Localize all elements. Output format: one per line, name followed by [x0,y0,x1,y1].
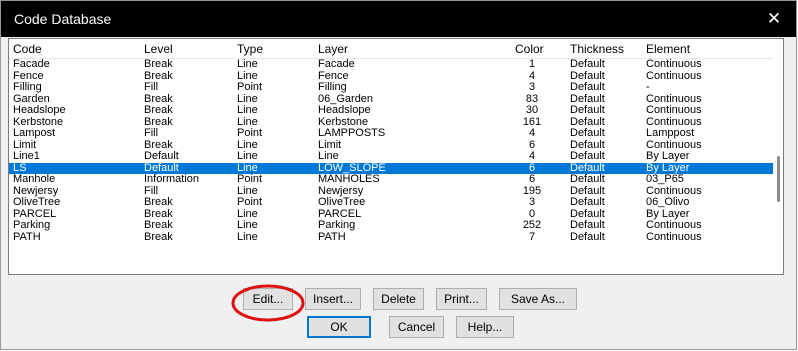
cell-code: Manhole [13,173,56,185]
column-header-type[interactable]: Type [237,42,263,56]
cell-thickness: Default [570,127,605,139]
cell-level: Break [144,104,173,116]
cell-level: Break [144,196,173,208]
cell-type: Line [237,58,258,70]
column-header-color[interactable]: Color [515,42,544,56]
annotation-circle [231,284,305,322]
cell-color: 4 [528,127,536,139]
cell-thickness: Default [570,219,605,231]
column-header-element[interactable]: Element [646,42,690,56]
table-row[interactable]: Parking Break Line Parking 252 Default Continu… [9,219,773,232]
table-row[interactable]: Filling Fill Point Filling 3 Default - [9,81,773,94]
ok-button[interactable]: OK [307,316,371,338]
print-button[interactable]: Print... [436,288,487,310]
cell-element: - [646,81,650,93]
cell-color: 4 [528,150,536,162]
cell-level: Break [144,230,173,243]
cell-element: Continuous [646,69,702,82]
cell-type: Point [237,81,263,93]
cell-element: 03_P65 [646,173,684,185]
cell-layer: Facade [318,58,355,70]
cell-code: Facade [13,58,50,70]
cell-level: Break [144,58,173,70]
cell-thickness: Default [570,150,605,162]
insert-button[interactable]: Insert... [305,288,361,310]
cell-layer: Line [318,150,339,162]
cell-layer: Headslope [318,104,371,116]
table-row[interactable]: Fence Break Line Fence 4 Default Continuous [9,69,773,83]
cell-level: Break [144,219,173,231]
cell-level: Fill [144,81,159,93]
cell-element: Lamppost [646,127,695,139]
cell-element: By Layer [646,150,690,162]
cell-level: Default [144,150,179,162]
cell-thickness: Default [570,58,605,70]
cell-type: Line [237,150,258,162]
cell-thickness: Default [570,196,605,208]
column-header-level[interactable]: Level [144,42,173,56]
cell-layer: PATH [318,230,346,243]
column-header-code[interactable]: Code [13,42,42,56]
cell-layer: LAMPPOSTS [318,127,386,139]
scrollbar-thumb[interactable] [777,156,780,202]
cell-code: OliveTree [13,196,61,208]
list-rows: Facade Break Line Facade 1 Default Continuous F… [9,58,773,244]
cell-thickness: Default [570,81,605,93]
cell-level: Fill [144,127,159,139]
help-button[interactable]: Help... [456,316,514,338]
cell-color: 3 [528,81,536,93]
table-row[interactable]: PATH Break Line PATH 7 Default Continuous [9,230,773,244]
cancel-button[interactable]: Cancel [389,316,444,338]
table-row[interactable]: Headslope Break Line Headslope 30 Default Cont… [9,104,773,117]
cell-layer: MANHOLES [318,173,380,185]
table-row[interactable]: Line1 Default Line Line 4 Default By Layer [9,150,773,163]
table-row[interactable]: Manhole Information Point MANHOLES 6 Default 0… [9,173,773,186]
cell-color: 6 [528,173,536,185]
code-database-dialog: Code Database ✕ Code Level Type Layer Co… [0,0,797,350]
cell-thickness: Default [570,230,605,243]
table-row[interactable]: Facade Break Line Facade 1 Default Continuous [9,58,773,71]
cell-type: Point [237,127,263,139]
cell-layer: Filling [318,81,347,93]
column-header-layer[interactable]: Layer [318,42,348,56]
cell-element: Continuous [646,219,702,231]
cell-code: Lampost [13,127,56,139]
cell-type: Line [237,104,258,116]
title-bar[interactable]: Code Database ✕ [1,1,796,37]
cell-element: Continuous [646,104,702,116]
cell-code: Line1 [13,150,40,162]
list-header: Code Level Type Layer Color Thickness El… [9,39,773,59]
cell-code: Parking [13,219,51,231]
cell-code: Headslope [13,104,66,116]
cell-level: Information [144,173,200,185]
cell-thickness: Default [570,173,605,185]
cell-color: 3 [528,196,536,208]
cell-type: Line [237,230,258,243]
cell-element: Continuous [646,58,702,70]
code-list[interactable]: Code Level Type Layer Color Thickness El… [8,38,784,275]
annotation-ellipse [231,284,305,322]
table-row[interactable]: Lampost Fill Point LAMPPOSTS 4 Default Lamppos… [9,127,773,140]
cell-code: PATH [13,230,41,243]
cell-thickness: Default [570,104,605,116]
cell-element: 06_Olivo [646,196,690,208]
cell-color: 7 [528,230,536,243]
cell-code: Filling [13,81,42,93]
window-title: Code Database [14,11,112,27]
save-as-button[interactable]: Save As... [499,288,577,310]
column-header-thickness[interactable]: Thickness [570,42,624,56]
cell-layer: Parking [318,219,356,231]
cell-element: Continuous [646,230,702,243]
cell-type: Point [237,173,263,185]
cell-color: 1 [528,58,536,70]
delete-button[interactable]: Delete [373,288,424,310]
cell-type: Line [237,219,258,231]
table-row[interactable]: OliveTree Break Point OliveTree 3 Default 06_O… [9,196,773,209]
cell-color: 252 [522,219,542,231]
cell-type: Point [237,196,263,208]
close-icon[interactable]: ✕ [762,7,786,31]
cell-layer: OliveTree [318,196,366,208]
vertical-scrollbar[interactable] [773,39,783,274]
cell-color: 30 [525,104,539,116]
